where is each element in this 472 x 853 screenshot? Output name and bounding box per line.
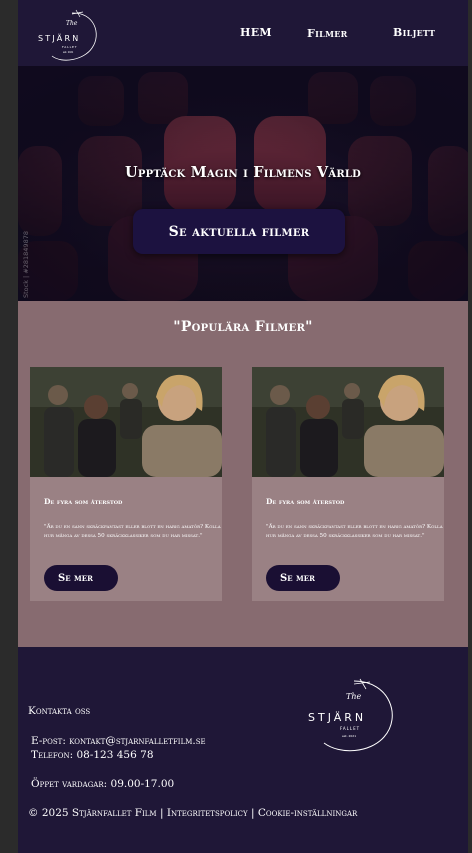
opening-hours: Öppet vardagar: 09.00-17.00	[31, 778, 175, 790]
svg-text:The: The	[66, 20, 78, 27]
separator: |	[250, 807, 255, 819]
stock-watermark: Stock | #281849878	[22, 231, 30, 298]
logo-icon[interactable]: The STJÄRN FALLET est. 2021	[36, 8, 102, 64]
movie-poster-image[interactable]	[30, 367, 222, 477]
contact-heading: Kontakta oss	[28, 705, 91, 717]
movie-card-description: "Är du en sann skräckfantast eller blott…	[44, 524, 221, 539]
cinema-seats-image	[18, 66, 468, 301]
svg-text:est. 2021: est. 2021	[342, 734, 356, 738]
separator: |	[159, 807, 164, 819]
copyright-text: © 2025 Stjärnfallet Film	[28, 807, 157, 819]
svg-text:The: The	[346, 692, 361, 701]
popular-films-title: "Populära Filmer"	[173, 319, 313, 335]
contact-email[interactable]: E-post: kontakt@stjarnfalletfilm.se	[31, 735, 206, 747]
site-header: The STJÄRN FALLET est. 2021 HEM Filmer B…	[18, 0, 468, 66]
movie-card: De fyra som återstod "Är du en sann skrä…	[30, 367, 222, 601]
nav-item-filmer[interactable]: Filmer	[307, 27, 348, 40]
cookie-settings-link[interactable]: Cookie-inställningar	[258, 807, 357, 819]
movie-card-title: De fyra som återstod	[44, 497, 123, 506]
page: The STJÄRN FALLET est. 2021 HEM Filmer B…	[18, 0, 468, 853]
footer-logo-icon[interactable]: The STJÄRN FALLET est. 2021	[306, 677, 398, 755]
see-more-button[interactable]: Se mer	[266, 565, 340, 591]
svg-text:FALLET: FALLET	[340, 726, 360, 731]
hero-title: Upptäck Magin i Filmens Värld	[125, 164, 361, 181]
movie-poster-image[interactable]	[252, 367, 444, 477]
popular-films-section: "Populära Filmer" De fyra som återstod "…	[18, 301, 468, 647]
svg-text:STJÄRN: STJÄRN	[38, 33, 80, 43]
movie-card-title: De fyra som återstod	[266, 497, 345, 506]
footer-bottom-bar: © 2025 Stjärnfallet Film | Integritetspo…	[28, 807, 357, 819]
movie-card: De fyra som återstod "Är du en sann skrä…	[252, 367, 444, 601]
see-more-button[interactable]: Se mer	[44, 565, 118, 591]
hero-section: Stock | #281849878 Upptäck Magin i Filme…	[18, 66, 468, 301]
site-footer: Kontakta oss E-post: kontakt@stjarnfalle…	[18, 647, 468, 853]
svg-text:est. 2021: est. 2021	[63, 51, 74, 54]
privacy-policy-link[interactable]: Integritetspolicy	[167, 807, 248, 819]
svg-text:STJÄRN: STJÄRN	[308, 711, 366, 724]
svg-text:FALLET: FALLET	[62, 45, 77, 49]
movie-card-description: "Är du en sann skräckfantast eller blott…	[266, 524, 443, 539]
see-current-films-button[interactable]: Se aktuella filmer	[133, 209, 345, 254]
contact-phone: Telefon: 08-123 456 78	[31, 749, 154, 761]
nav-item-hem[interactable]: HEM	[240, 26, 272, 39]
nav-item-biljett[interactable]: Biljett	[393, 26, 435, 39]
